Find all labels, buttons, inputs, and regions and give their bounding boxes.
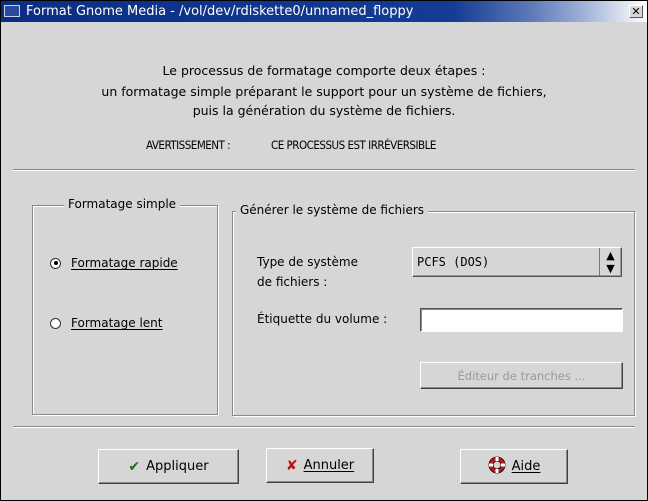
radio-checked-icon	[50, 257, 61, 269]
help-label: Aide	[511, 459, 541, 474]
slice-editor-button[interactable]: Éditeur de tranches ...	[420, 362, 623, 389]
volume-label: Étiquette du volume :	[257, 312, 388, 326]
lifebuoy-help-icon	[488, 456, 506, 477]
apply-label: Appliquer	[146, 459, 209, 474]
warning-label: AVERTISSEMENT :	[146, 138, 231, 152]
window-menu-icon[interactable]	[4, 5, 20, 17]
cancel-label: Annuler	[303, 458, 355, 473]
cancel-button[interactable]: ✘ Annuler	[266, 448, 374, 483]
fs-type-value: PCFS (DOS)	[417, 255, 490, 269]
apply-button[interactable]: ✔ Appliquer	[98, 449, 239, 484]
simple-format-title: Formatage simple	[64, 197, 181, 211]
volume-name-input[interactable]	[420, 308, 623, 332]
cancel-x-icon: ✘	[285, 457, 298, 474]
divider	[13, 169, 635, 171]
fs-type-label-2: de fichiers :	[257, 275, 328, 289]
quick-format-radio[interactable]: Formatage rapide	[50, 256, 178, 270]
warning-text: CE PROCESSUS EST IRRÉVERSIBLE	[271, 138, 436, 152]
intro-line-2: un formatage simple préparant le support…	[101, 84, 547, 99]
checkmark-icon: ✔	[128, 458, 141, 475]
title-bar[interactable]: Format Gnome Media - /vol/dev/rdiskette0…	[1, 1, 647, 22]
fs-type-select[interactable]: PCFS (DOS) ▲ ▼	[412, 247, 622, 277]
bottom-divider	[13, 426, 635, 428]
slice-editor-label: Éditeur de tranches ...	[457, 368, 586, 383]
filesystem-title: Générer le système de fichiers	[236, 203, 429, 217]
intro-line-3: puis la génération du système de fichier…	[192, 103, 456, 118]
radio-unchecked-icon	[50, 317, 61, 329]
window-title: Format Gnome Media - /vol/dev/rdiskette0…	[26, 4, 414, 19]
slow-format-label: Formatage lent	[71, 316, 163, 330]
quick-format-label: Formatage rapide	[71, 256, 178, 270]
slow-format-radio[interactable]: Formatage lent	[50, 316, 162, 330]
spin-arrows-icon[interactable]: ▲ ▼	[599, 248, 621, 276]
fs-type-label-1: Type de système	[257, 255, 358, 269]
intro-line-1: Le processus de formatage comporte deux …	[162, 63, 486, 78]
help-button[interactable]: Aide	[460, 449, 568, 484]
format-dialog: Format Gnome Media - /vol/dev/rdiskette0…	[0, 0, 648, 501]
simple-format-group: Formatage simple Formatage rapide Format…	[32, 197, 218, 415]
close-icon[interactable]: ✕	[629, 5, 643, 18]
